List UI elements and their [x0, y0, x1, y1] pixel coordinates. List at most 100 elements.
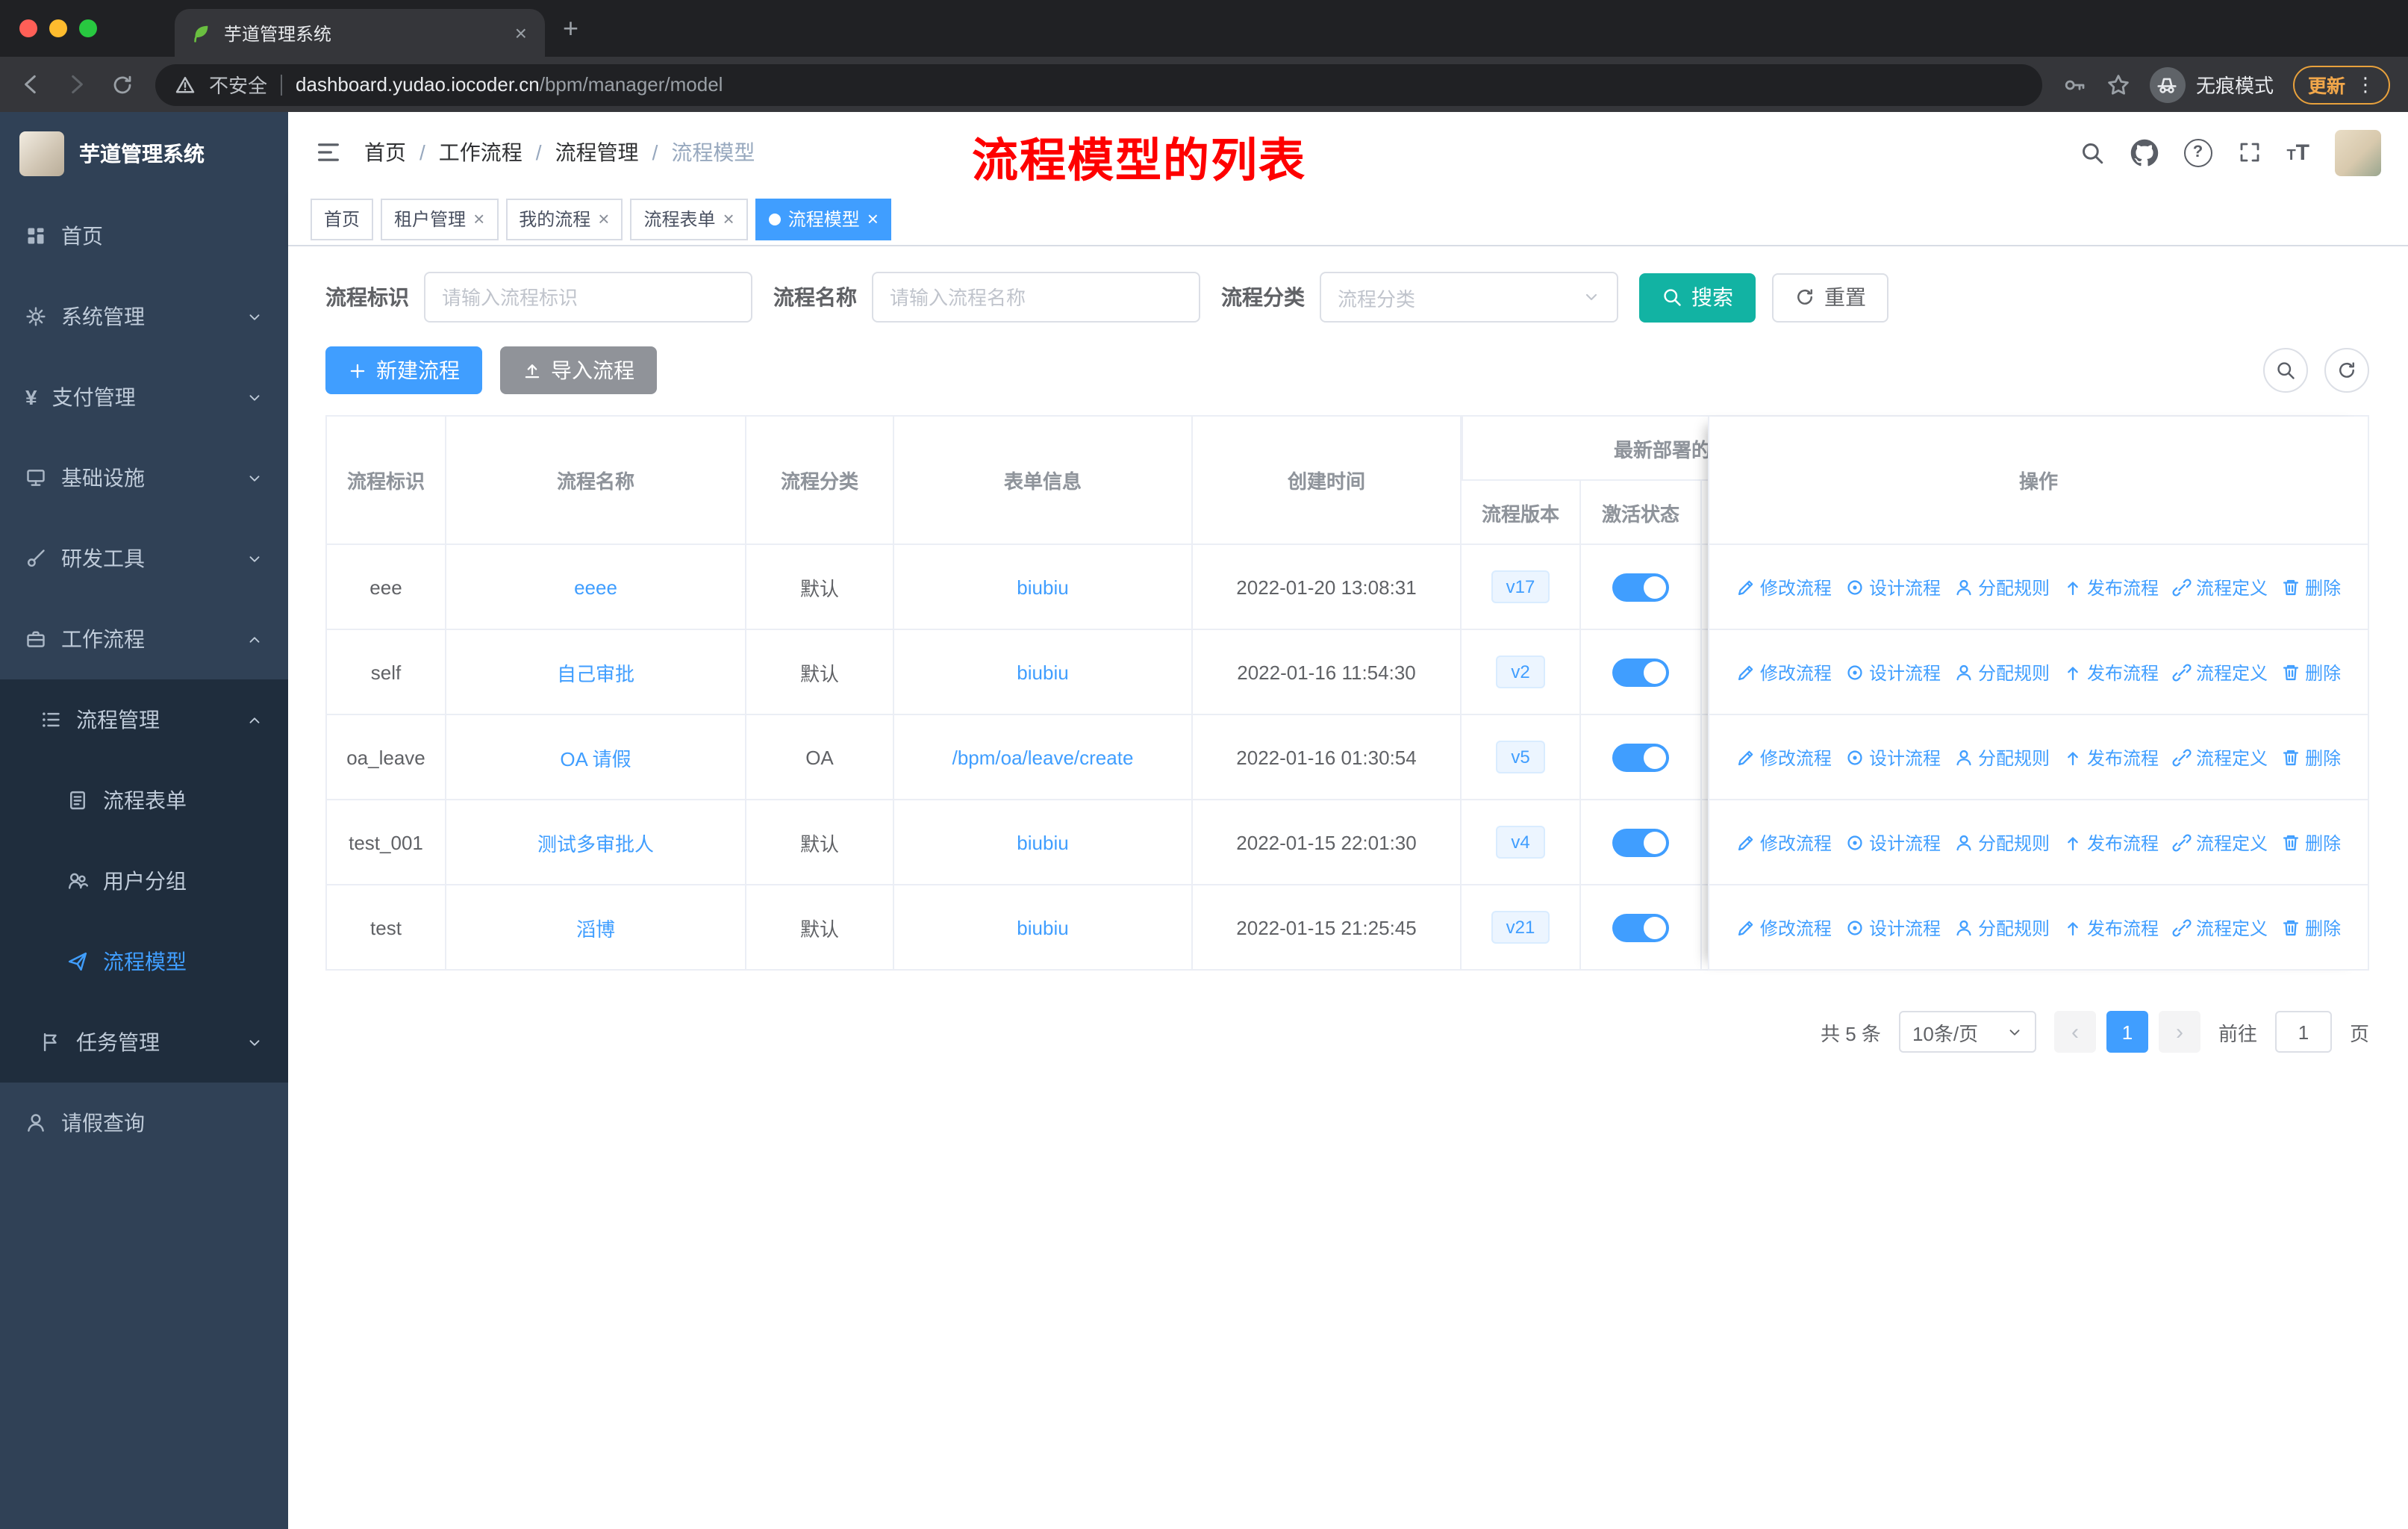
sidebar-item-leave-query[interactable]: 请假查询 — [0, 1083, 288, 1163]
process-name-link[interactable]: OA 请假 — [560, 743, 631, 771]
process-name-link[interactable]: 自己审批 — [557, 658, 634, 686]
search-icon[interactable] — [2079, 140, 2104, 165]
delete-link[interactable]: 删除 — [2281, 574, 2341, 600]
delete-link[interactable]: 删除 — [2281, 829, 2341, 855]
process-definition-link[interactable]: 流程定义 — [2172, 744, 2268, 770]
process-definition-link[interactable]: 流程定义 — [2172, 574, 2268, 600]
process-name-input[interactable] — [872, 272, 1200, 323]
toggle-search-button[interactable] — [2263, 348, 2308, 393]
process-definition-link[interactable]: 流程定义 — [2172, 915, 2268, 940]
tag-home[interactable]: 首页 — [311, 198, 374, 240]
close-button[interactable] — [19, 19, 37, 37]
process-name-link[interactable]: 滔博 — [576, 913, 615, 941]
delete-link[interactable]: 删除 — [2281, 659, 2341, 685]
forward-icon[interactable] — [64, 72, 90, 97]
assign-rule-link[interactable]: 分配规则 — [1954, 829, 2050, 855]
form-info-link[interactable]: biubiu — [1017, 916, 1068, 938]
process-definition-link[interactable]: 流程定义 — [2172, 829, 2268, 855]
reload-icon[interactable] — [110, 72, 134, 96]
close-icon[interactable]: × — [867, 208, 879, 230]
assign-rule-link[interactable]: 分配规则 — [1954, 659, 2050, 685]
version-badge[interactable]: v17 — [1491, 570, 1550, 603]
create-process-button[interactable]: 新建流程 — [325, 346, 482, 394]
version-badge[interactable]: v4 — [1496, 826, 1545, 859]
process-name-link[interactable]: eeee — [574, 576, 617, 598]
sidebar-item-system[interactable]: 系统管理 — [0, 276, 288, 357]
tab-close-icon[interactable]: × — [512, 21, 530, 45]
sidebar-item-task-management[interactable]: 任务管理 — [0, 1002, 288, 1083]
sidebar-item-payment[interactable]: ¥ 支付管理 — [0, 357, 288, 437]
sidebar-item-user-group[interactable]: 用户分组 — [0, 841, 288, 921]
form-info-link[interactable]: biubiu — [1017, 576, 1068, 598]
breadcrumb-workflow[interactable]: 工作流程 — [439, 137, 523, 167]
sidebar-item-infra[interactable]: 基础设施 — [0, 437, 288, 518]
refresh-table-button[interactable] — [2324, 348, 2369, 393]
version-badge[interactable]: v5 — [1496, 741, 1545, 773]
sidebar-item-workflow[interactable]: 工作流程 — [0, 599, 288, 679]
tag-tenant[interactable]: 租户管理 × — [381, 198, 499, 240]
goto-page-input[interactable] — [2274, 1011, 2332, 1053]
tag-process-model[interactable]: 流程模型 × — [755, 198, 892, 240]
sidebar-fold-icon[interactable] — [315, 139, 342, 166]
form-info-link[interactable]: biubiu — [1017, 831, 1068, 853]
github-icon[interactable] — [2130, 138, 2158, 166]
bookmark-star-icon[interactable] — [2106, 72, 2130, 96]
update-button[interactable]: 更新 ⋮ — [2292, 65, 2390, 104]
key-icon[interactable] — [2063, 72, 2087, 96]
publish-process-link[interactable]: 发布流程 — [2063, 659, 2159, 685]
minimize-button[interactable] — [49, 19, 67, 37]
breadcrumb-process-management[interactable]: 流程管理 — [555, 137, 639, 167]
import-process-button[interactable]: 导入流程 — [500, 346, 657, 394]
edit-process-link[interactable]: 修改流程 — [1736, 659, 1832, 685]
back-icon[interactable] — [18, 72, 43, 97]
form-info-link[interactable]: /bpm/oa/leave/create — [952, 746, 1134, 768]
sidebar-item-home[interactable]: 首页 — [0, 196, 288, 276]
reset-button[interactable]: 重置 — [1772, 273, 1888, 322]
tag-process-form[interactable]: 流程表单 × — [630, 198, 748, 240]
fullscreen-icon[interactable] — [2237, 140, 2261, 164]
sidebar-item-process-management[interactable]: 流程管理 — [0, 679, 288, 760]
sidebar-item-devtools[interactable]: 研发工具 — [0, 518, 288, 599]
edit-process-link[interactable]: 修改流程 — [1736, 744, 1832, 770]
delete-link[interactable]: 删除 — [2281, 915, 2341, 940]
page-number-button[interactable]: 1 — [2106, 1011, 2148, 1053]
version-badge[interactable]: v21 — [1491, 911, 1550, 944]
publish-process-link[interactable]: 发布流程 — [2063, 915, 2159, 940]
category-select[interactable]: 流程分类 — [1320, 272, 1618, 323]
incognito-chip[interactable]: 无痕模式 — [2149, 66, 2274, 102]
search-button[interactable]: 搜索 — [1639, 273, 1756, 322]
active-toggle[interactable] — [1612, 573, 1669, 601]
publish-process-link[interactable]: 发布流程 — [2063, 744, 2159, 770]
design-process-link[interactable]: 设计流程 — [1845, 829, 1941, 855]
prev-page-button[interactable]: ‹ — [2053, 1011, 2096, 1053]
process-name-link[interactable]: 测试多审批人 — [537, 828, 654, 856]
publish-process-link[interactable]: 发布流程 — [2063, 574, 2159, 600]
design-process-link[interactable]: 设计流程 — [1845, 915, 1941, 940]
form-info-link[interactable]: biubiu — [1017, 661, 1068, 683]
user-avatar[interactable] — [2335, 129, 2381, 175]
active-toggle[interactable] — [1612, 658, 1669, 686]
font-size-icon[interactable]: TT — [2286, 140, 2309, 165]
browser-tab[interactable]: 芋道管理系统 × — [175, 9, 545, 57]
assign-rule-link[interactable]: 分配规则 — [1954, 915, 2050, 940]
close-icon[interactable]: × — [598, 208, 609, 230]
process-key-input[interactable] — [424, 272, 752, 323]
edit-process-link[interactable]: 修改流程 — [1736, 574, 1832, 600]
browser-menu-icon[interactable]: ⋮ — [2356, 72, 2375, 96]
design-process-link[interactable]: 设计流程 — [1845, 744, 1941, 770]
new-tab-button[interactable]: + — [563, 13, 578, 44]
close-icon[interactable]: × — [723, 208, 734, 230]
process-definition-link[interactable]: 流程定义 — [2172, 659, 2268, 685]
edit-process-link[interactable]: 修改流程 — [1736, 915, 1832, 940]
active-toggle[interactable] — [1612, 913, 1669, 941]
sidebar-item-process-form[interactable]: 流程表单 — [0, 760, 288, 841]
zoom-button[interactable] — [79, 19, 97, 37]
close-icon[interactable]: × — [473, 208, 484, 230]
breadcrumb-home[interactable]: 首页 — [364, 137, 406, 167]
page-size-select[interactable]: 10条/页 — [1898, 1011, 2036, 1053]
version-badge[interactable]: v2 — [1496, 655, 1545, 688]
tag-my-process[interactable]: 我的流程 × — [505, 198, 623, 240]
design-process-link[interactable]: 设计流程 — [1845, 659, 1941, 685]
active-toggle[interactable] — [1612, 743, 1669, 771]
assign-rule-link[interactable]: 分配规则 — [1954, 744, 2050, 770]
